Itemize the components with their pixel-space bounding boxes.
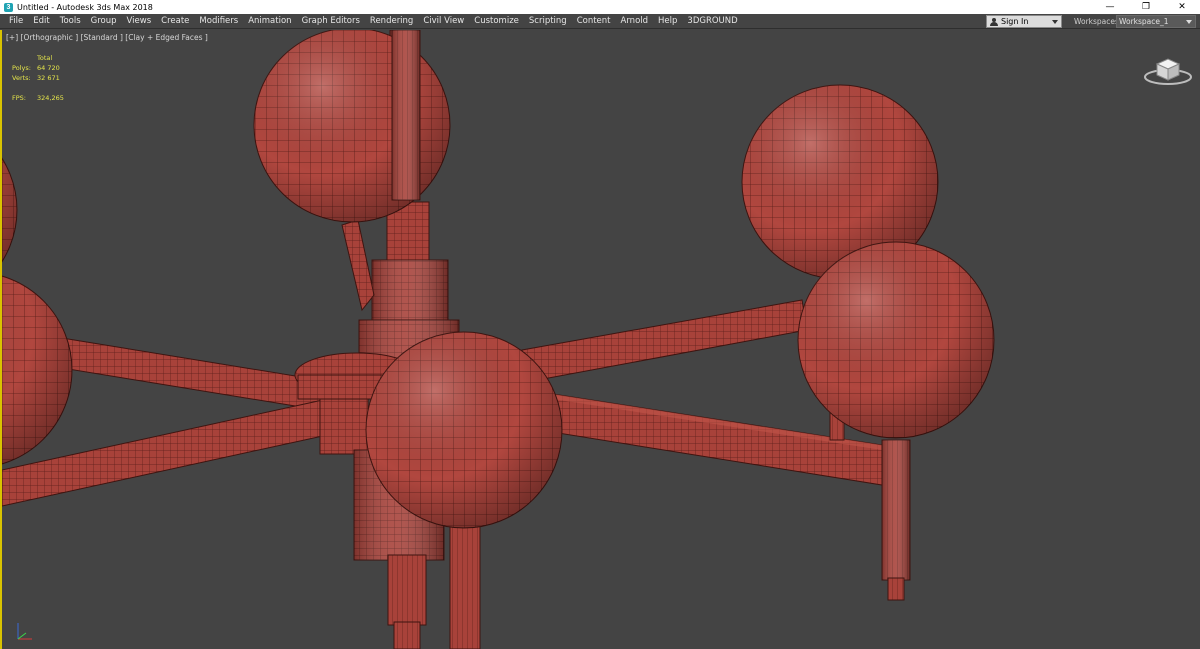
menu-help[interactable]: Help	[653, 14, 682, 29]
menu-scripting[interactable]: Scripting	[524, 14, 572, 29]
menu-list: File Edit Tools Group Views Create Modif…	[0, 14, 743, 29]
stats-polys-row: Polys: 64 720	[12, 63, 64, 73]
workspace-value: Workspace_1	[1119, 17, 1169, 26]
viewcube-icon[interactable]	[1143, 52, 1193, 86]
close-button[interactable]: ✕	[1164, 0, 1200, 14]
user-icon	[990, 17, 998, 26]
app-icon[interactable]: 3	[4, 2, 13, 12]
arm-left-upper[interactable]	[61, 337, 333, 413]
menu-create[interactable]: Create	[156, 14, 194, 29]
sphere-front-center[interactable]	[365, 331, 563, 529]
window-title: Untitled - Autodesk 3ds Max 2018	[17, 2, 153, 12]
workspace-select[interactable]: Workspace_1	[1116, 15, 1196, 28]
menu-customize[interactable]: Customize	[469, 14, 524, 29]
menu-3dground[interactable]: 3DGROUND	[682, 14, 742, 29]
stats-polys-value: 64 720	[37, 64, 60, 72]
menu-animation[interactable]: Animation	[243, 14, 296, 29]
window-controls: — ❐ ✕	[1092, 0, 1200, 14]
restore-button[interactable]: ❐	[1128, 0, 1164, 14]
menu-content[interactable]: Content	[572, 14, 616, 29]
menu-rendering[interactable]: Rendering	[365, 14, 418, 29]
stats-fps-row: FPS: 324,265	[12, 93, 64, 103]
sign-in-dropdown[interactable]: Sign In	[986, 15, 1062, 28]
chevron-down-icon	[1052, 20, 1058, 24]
stats-verts-value: 32 671	[37, 74, 60, 82]
sphere-right[interactable]	[797, 241, 995, 439]
menu-civil-view[interactable]: Civil View	[418, 14, 469, 29]
minimize-button[interactable]: —	[1092, 0, 1128, 14]
viewport-orthographic[interactable]: [+] [Orthographic ] [Standard ] [Clay + …	[0, 30, 1200, 649]
arm-right-upper[interactable]	[521, 299, 808, 383]
statistics-overlay: Total Polys: 64 720 Verts: 32 671 FPS: 3…	[12, 53, 64, 103]
stats-verts-label: Verts:	[12, 74, 31, 82]
stats-fps-value: 324,265	[37, 94, 64, 102]
viewport-canvas[interactable]	[2, 30, 1200, 649]
workspaces-label: Workspaces:	[1074, 17, 1122, 26]
menu-bar: File Edit Tools Group Views Create Modif…	[0, 14, 1200, 29]
sphere-top-center[interactable]	[253, 30, 451, 223]
sphere-left[interactable]	[2, 272, 73, 468]
menu-tools[interactable]: Tools	[55, 14, 86, 29]
viewport-label[interactable]: [+] [Orthographic ] [Standard ] [Clay + …	[6, 33, 208, 42]
menu-modifiers[interactable]: Modifiers	[194, 14, 243, 29]
chevron-down-icon	[1186, 20, 1192, 24]
menu-edit[interactable]: Edit	[28, 14, 54, 29]
stats-fps-label: FPS:	[12, 94, 26, 102]
stats-polys-label: Polys:	[12, 64, 31, 72]
stats-verts-row: Verts: 32 671	[12, 73, 64, 83]
sign-in-label: Sign In	[1001, 17, 1029, 26]
right-stem[interactable]	[829, 409, 911, 601]
menu-arnold[interactable]: Arnold	[616, 14, 654, 29]
stats-total-label: Total	[37, 54, 53, 62]
title-bar: 3 Untitled - Autodesk 3ds Max 2018 — ❐ ✕	[0, 0, 1200, 14]
axis-tripod-icon	[17, 623, 32, 640]
menu-views[interactable]: Views	[122, 14, 157, 29]
menu-file[interactable]: File	[4, 14, 28, 29]
menu-graph-editors[interactable]: Graph Editors	[297, 14, 365, 29]
menu-group[interactable]: Group	[86, 14, 122, 29]
